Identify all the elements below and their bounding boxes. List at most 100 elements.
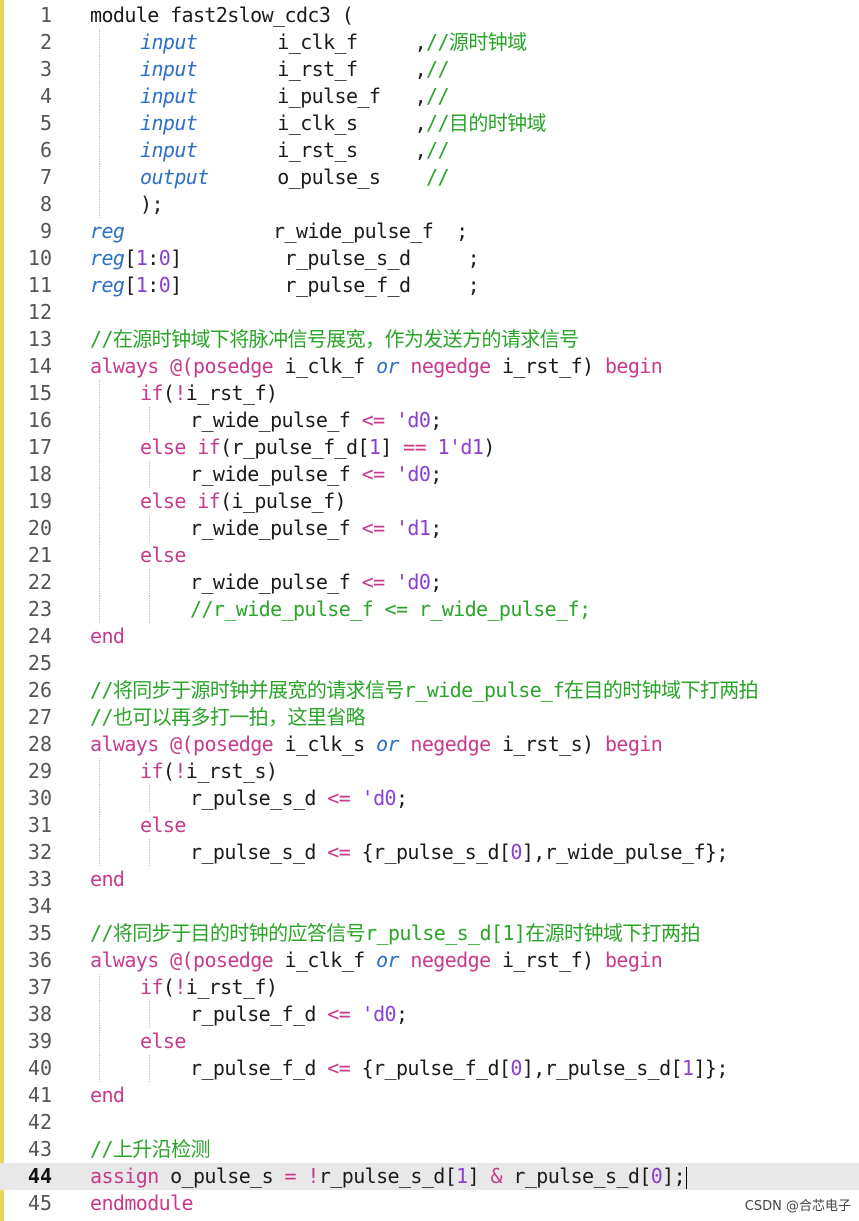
code-line[interactable]: 1 module fast2slow_cdc3 ( [0, 2, 859, 29]
code-line[interactable]: 24 end [0, 623, 859, 650]
code-text[interactable]: assign o_pulse_s = !r_pulse_s_d[1] & r_p… [90, 1163, 688, 1190]
code-text[interactable]: //上升沿检测 [90, 1136, 210, 1163]
code-text[interactable]: ); [140, 191, 163, 218]
code-text[interactable]: //将同步于目的时钟的应答信号r_pulse_s_d[1]在源时钟域下打两拍 [90, 920, 700, 947]
code-line[interactable]: 7 output o_pulse_s // [0, 164, 859, 191]
code-text[interactable]: end [90, 866, 125, 893]
code-line[interactable]: 12 [0, 299, 859, 326]
code-line[interactable]: 11 reg[1:0] r_pulse_f_d ; [0, 272, 859, 299]
indent-guide [99, 434, 100, 461]
code-line[interactable]: 20 r_wide_pulse_f <= 'd1; [0, 515, 859, 542]
code-line[interactable]: 5 input i_clk_s ,//目的时钟域 [0, 110, 859, 137]
code-line[interactable]: 29 if(!i_rst_s) [0, 758, 859, 785]
code-text[interactable]: input i_rst_s ,// [140, 137, 450, 164]
code-line[interactable]: 41 end [0, 1082, 859, 1109]
code-text[interactable]: r_pulse_s_d <= 'd0; [190, 785, 408, 812]
code-text[interactable]: r_wide_pulse_f <= 'd0; [190, 407, 442, 434]
code-token: <= [327, 840, 351, 864]
code-text[interactable]: //r_wide_pulse_f <= r_wide_pulse_f; [190, 596, 591, 623]
code-text[interactable]: end [90, 623, 125, 650]
code-text[interactable]: input i_rst_f ,// [140, 56, 450, 83]
code-text[interactable]: always @(posedge i_clk_s or negedge i_rs… [90, 731, 663, 758]
code-text[interactable]: if(!i_rst_f) [140, 380, 278, 407]
code-line[interactable]: 16 r_wide_pulse_f <= 'd0; [0, 407, 859, 434]
code-line[interactable]: 33 end [0, 866, 859, 893]
code-line[interactable]: 19 else if(i_pulse_f) [0, 488, 859, 515]
code-text[interactable]: end [90, 1082, 125, 1109]
code-line[interactable]: 39 else [0, 1028, 859, 1055]
code-line[interactable]: 35 //将同步于目的时钟的应答信号r_pulse_s_d[1]在源时钟域下打两拍 [0, 920, 859, 947]
code-line[interactable]: 23 //r_wide_pulse_f <= r_wide_pulse_f; [0, 596, 859, 623]
code-text[interactable]: //也可以再多打一拍，这里省略 [90, 704, 366, 731]
code-line[interactable]: 40 r_pulse_f_d <= {r_pulse_f_d[0],r_pulse… [0, 1055, 859, 1082]
code-line[interactable]: 28 always @(posedge i_clk_s or negedge i_… [0, 731, 859, 758]
code-text[interactable]: else if(i_pulse_f) [140, 488, 347, 515]
code-line[interactable]: 30 r_pulse_s_d <= 'd0; [0, 785, 859, 812]
line-number: 14 [27, 354, 52, 378]
code-line[interactable]: 26 //将同步于源时钟并展宽的请求信号r_wide_pulse_f在目的时钟域下… [0, 677, 859, 704]
code-text[interactable]: else if(r_pulse_f_d[1] == 1'd1) [140, 434, 495, 461]
code-line[interactable]: 44 assign o_pulse_s = !r_pulse_s_d[1] & r… [0, 1163, 859, 1190]
code-text[interactable]: always @(posedge i_clk_f or negedge i_rs… [90, 353, 663, 380]
code-text[interactable]: else [140, 812, 186, 839]
code-text[interactable]: module fast2slow_cdc3 ( [90, 2, 354, 29]
code-line[interactable]: 18 r_wide_pulse_f <= 'd0; [0, 461, 859, 488]
code-line[interactable]: 10 reg[1:0] r_pulse_s_d ; [0, 245, 859, 272]
code-line[interactable]: 15 if(!i_rst_f) [0, 380, 859, 407]
code-editor[interactable]: 1 module fast2slow_cdc3 (2 input i_clk_f ,… [0, 0, 859, 1221]
code-text[interactable]: //在源时钟域下将脉冲信号展宽，作为发送方的请求信号 [90, 326, 579, 353]
code-text[interactable]: r_pulse_f_d <= {r_pulse_f_d[0],r_pulse_s… [190, 1055, 728, 1082]
code-line[interactable]: 45 endmodule [0, 1190, 859, 1217]
code-line[interactable]: 17 else if(r_pulse_f_d[1] == 1'd1) [0, 434, 859, 461]
code-text[interactable]: r_wide_pulse_f <= 'd0; [190, 461, 442, 488]
code-line[interactable]: 31 else [0, 812, 859, 839]
code-text[interactable]: reg[1:0] r_pulse_s_d ; [90, 245, 480, 272]
line-number: 30 [27, 786, 52, 810]
code-text[interactable]: endmodule [90, 1190, 194, 1217]
code-line[interactable]: 3 input i_rst_f ,// [0, 56, 859, 83]
code-text[interactable]: else [140, 542, 186, 569]
code-text[interactable]: always @(posedge i_clk_f or negedge i_rs… [90, 947, 663, 974]
code-line[interactable]: 2 input i_clk_f ,//源时钟域 [0, 29, 859, 56]
code-text[interactable]: reg r_wide_pulse_f ; [90, 218, 468, 245]
code-text[interactable]: r_wide_pulse_f <= 'd0; [190, 569, 442, 596]
code-lines[interactable]: 1 module fast2slow_cdc3 (2 input i_clk_f ,… [0, 2, 859, 1217]
code-text[interactable]: reg[1:0] r_pulse_f_d ; [90, 272, 480, 299]
code-text[interactable]: r_wide_pulse_f <= 'd1; [190, 515, 442, 542]
indent-guide [149, 569, 150, 596]
code-line[interactable]: 14 always @(posedge i_clk_f or negedge i_… [0, 353, 859, 380]
code-text[interactable]: input i_clk_f ,//源时钟域 [140, 29, 527, 56]
code-line[interactable]: 27 //也可以再多打一拍，这里省略 [0, 704, 859, 731]
code-text[interactable]: //将同步于源时钟并展宽的请求信号r_wide_pulse_f在目的时钟域下打两… [90, 677, 759, 704]
code-line[interactable]: 21 else [0, 542, 859, 569]
code-token: r_pulse_s_d [190, 840, 328, 864]
code-text[interactable]: else [140, 1028, 186, 1055]
code-line[interactable]: 36 always @(posedge i_clk_f or negedge i_… [0, 947, 859, 974]
code-line[interactable]: 34 [0, 893, 859, 920]
code-token: [ [124, 273, 136, 297]
code-text[interactable]: if(!i_rst_f) [140, 974, 278, 1001]
code-text[interactable]: if(!i_rst_s) [140, 758, 278, 785]
code-line[interactable]: 9 reg r_wide_pulse_f ; [0, 218, 859, 245]
code-line[interactable]: 6 input i_rst_s ,// [0, 137, 859, 164]
code-line[interactable]: 22 r_wide_pulse_f <= 'd0; [0, 569, 859, 596]
code-text[interactable]: input i_clk_s ,//目的时钟域 [140, 110, 547, 137]
code-text[interactable]: output o_pulse_s // [140, 164, 450, 191]
code-text[interactable]: r_pulse_s_d <= {r_pulse_s_d[0],r_wide_pu… [190, 839, 728, 866]
code-line[interactable]: 43 //上升沿检测 [0, 1136, 859, 1163]
code-line[interactable]: 42 [0, 1109, 859, 1136]
line-number: 15 [27, 381, 52, 405]
code-line[interactable]: 8); [0, 191, 859, 218]
code-line[interactable]: 38 r_pulse_f_d <= 'd0; [0, 1001, 859, 1028]
code-line[interactable]: 4 input i_pulse_f ,// [0, 83, 859, 110]
code-text[interactable]: input i_pulse_f ,// [140, 83, 450, 110]
code-token: 0 [650, 1164, 663, 1188]
code-text[interactable]: r_pulse_f_d <= 'd0; [190, 1001, 408, 1028]
code-line[interactable]: 25 [0, 650, 859, 677]
code-line[interactable]: 13 //在源时钟域下将脉冲信号展宽，作为发送方的请求信号 [0, 326, 859, 353]
code-line[interactable]: 37 if(!i_rst_f) [0, 974, 859, 1001]
indent-guide [99, 164, 100, 191]
code-line[interactable]: 32 r_pulse_s_d <= {r_pulse_s_d[0],r_wide_… [0, 839, 859, 866]
